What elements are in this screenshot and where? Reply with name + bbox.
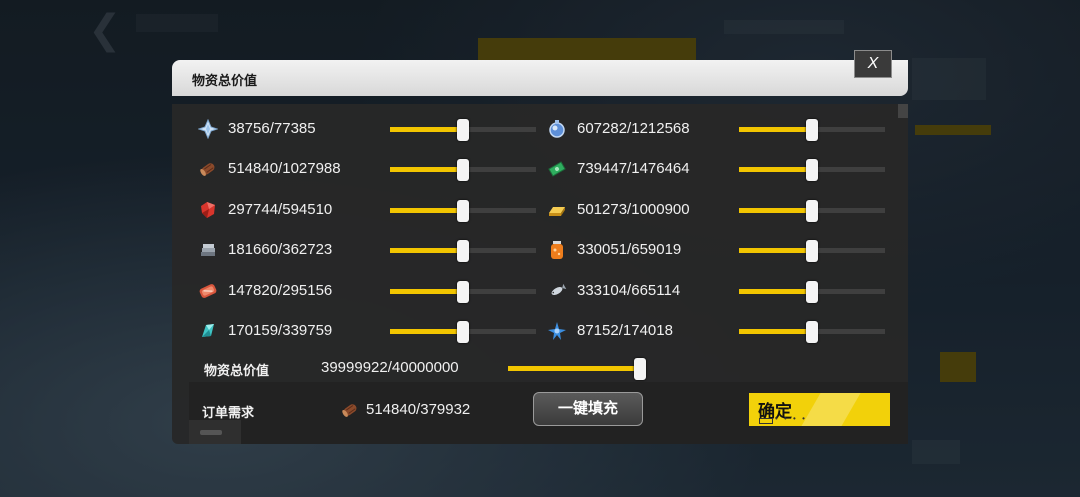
resource-item: 514840/1027988 [198,157,368,181]
resource-slider[interactable] [739,159,885,181]
resource-value: 333104/665114 [577,282,681,299]
resource-slider[interactable] [739,281,885,303]
total-value-text: 39999922/40000000 [321,359,459,376]
resource-slider[interactable] [390,119,536,141]
blue-flower-icon [547,321,567,341]
resource-slider-fill [390,208,463,213]
confirm-button[interactable]: 确定 • • • • [749,393,890,426]
meat-icon [198,281,218,301]
panel-corner [898,104,908,118]
order-requirement-value: 514840/379932 [366,401,471,418]
resource-slider-fill [739,248,812,253]
total-slider-fill [508,366,640,371]
resource-item: 181660/362723 [198,238,368,262]
resource-slider-fill [739,167,812,172]
total-value-label: 物资总价值 [204,363,270,378]
one-click-fill-button[interactable]: 一键填充 [533,392,643,426]
resource-slider-thumb[interactable] [457,240,469,262]
resource-slider-thumb[interactable] [457,281,469,303]
resource-slider-fill [390,248,463,253]
resource-slider-thumb[interactable] [806,321,818,343]
resource-slider[interactable] [390,240,536,262]
metal-stack-icon [198,240,218,260]
resource-value: 297744/594510 [228,201,333,218]
gold-bar-icon [547,200,567,220]
resource-item: 87152/174018 [547,319,717,343]
confirm-button-dots: • • • • [775,414,807,423]
resource-slider-fill [390,167,463,172]
resource-slider-fill [739,208,812,213]
teal-crystal-icon [198,321,218,341]
resource-slider-fill [390,329,463,334]
total-slider-thumb[interactable] [634,358,646,380]
resource-slider-thumb[interactable] [457,200,469,222]
close-button[interactable]: X [854,50,892,78]
resource-slider[interactable] [390,200,536,222]
resource-slider[interactable] [739,321,885,343]
resource-item: 739447/1476464 [547,157,717,181]
order-requirement-label: 订单需求 [202,405,255,420]
resource-item: 333104/665114 [547,279,717,303]
confirm-button-mini-box [759,418,773,424]
resource-slider-thumb[interactable] [457,119,469,141]
resource-slider-fill [390,289,463,294]
resource-slider[interactable] [390,159,536,181]
resource-item: 147820/295156 [198,279,368,303]
wood-log-icon [340,400,360,420]
resource-value: 181660/362723 [228,241,333,258]
resource-item: 38756/77385 [197,117,368,141]
fish-icon [547,281,567,301]
resource-item: 170159/339759 [198,319,368,343]
resource-item: 297744/594510 [198,198,368,222]
order-tab-mark [200,430,222,435]
confirm-button-stripe [797,393,861,426]
resource-slider[interactable] [739,119,885,141]
blue-orb-icon [547,119,567,139]
resource-slider-thumb[interactable] [806,119,818,141]
resource-slider-thumb[interactable] [806,281,818,303]
resource-value: 514840/1027988 [228,160,341,177]
resource-slider[interactable] [390,321,536,343]
resource-item: 330051/659019 [547,238,717,262]
resource-value: 607282/1212568 [577,120,690,137]
resource-value: 501273/1000900 [577,201,690,218]
jar-icon [547,240,567,260]
resource-slider-fill [390,127,463,132]
resource-slider-fill [739,127,812,132]
wood-log-icon [198,159,218,179]
resource-slider-fill [739,289,812,294]
dialog-header: 物资总价值 [172,60,908,96]
resource-value: 87152/174018 [577,322,673,339]
red-gem-icon [198,200,218,220]
resource-slider-thumb[interactable] [806,200,818,222]
total-value-slider[interactable] [508,358,646,380]
resource-slider-fill [739,329,812,334]
dialog-title: 物资总价值 [192,73,258,88]
resource-slider[interactable] [739,240,885,262]
resource-item: 607282/1212568 [547,117,717,141]
green-cash-icon [547,159,567,179]
resource-slider[interactable] [390,281,536,303]
resource-slider-thumb[interactable] [457,321,469,343]
resource-value: 38756/77385 [228,120,316,137]
resource-slider-thumb[interactable] [457,159,469,181]
resource-value: 739447/1476464 [577,160,690,177]
resource-slider[interactable] [739,200,885,222]
resource-value: 330051/659019 [577,241,682,258]
resource-item: 501273/1000900 [547,198,717,222]
resource-value: 170159/339759 [228,322,333,339]
crystal-icon [197,118,219,140]
resource-slider-thumb[interactable] [806,240,818,262]
resource-slider-thumb[interactable] [806,159,818,181]
resource-value: 147820/295156 [228,282,333,299]
